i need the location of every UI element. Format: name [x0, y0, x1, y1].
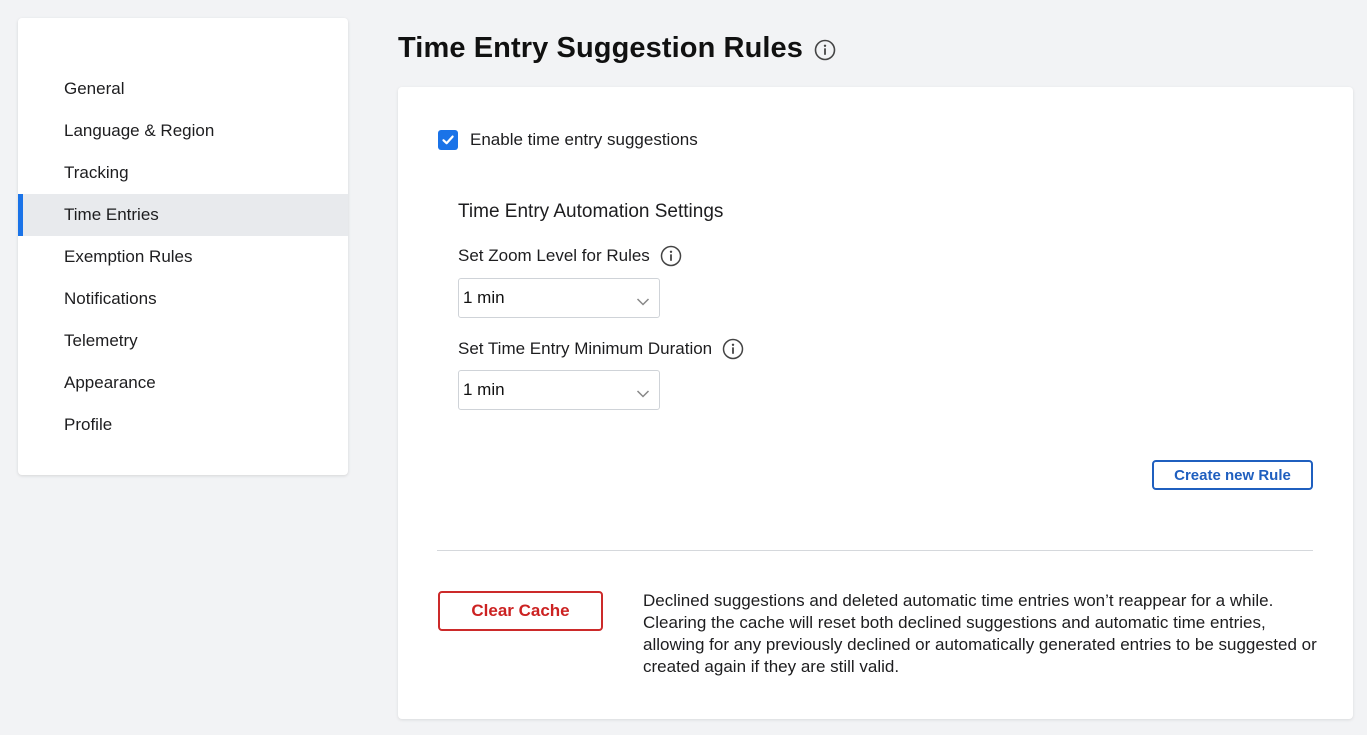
sidebar-item-appearance[interactable]: Appearance: [18, 362, 348, 404]
divider: [437, 550, 1313, 551]
sidebar-item-label: General: [64, 79, 125, 98]
info-icon[interactable]: [660, 245, 682, 267]
zoom-level-value: 1 min: [463, 288, 505, 307]
enable-suggestions-checkbox[interactable]: [438, 130, 458, 150]
sidebar-item-label: Appearance: [64, 373, 156, 392]
info-icon[interactable]: [722, 338, 744, 360]
page-title: Time Entry Suggestion Rules: [398, 31, 804, 64]
sidebar-item-profile[interactable]: Profile: [18, 404, 348, 446]
sidebar-item-label: Telemetry: [64, 331, 138, 350]
zoom-level-label: Set Zoom Level for Rules: [458, 246, 650, 265]
sidebar-item-notifications[interactable]: Notifications: [18, 278, 348, 320]
sidebar-item-label: Profile: [64, 415, 113, 434]
chevron-down-icon: [636, 384, 650, 404]
sidebar-item-label: Time Entries: [64, 205, 159, 224]
checkmark-icon: [442, 135, 454, 145]
min-duration-label: Set Time Entry Minimum Duration: [458, 339, 713, 358]
create-new-rule-button[interactable]: Create new Rule: [1152, 460, 1313, 490]
min-duration-select[interactable]: 1 min: [458, 370, 660, 410]
zoom-level-label-row: Set Zoom Level for Rules: [458, 245, 682, 267]
sidebar-item-label: Tracking: [64, 163, 129, 182]
enable-suggestions-toggle[interactable]: Enable time entry suggestions: [438, 130, 698, 150]
settings-sidebar: General Language & Region Tracking Time …: [18, 18, 348, 475]
automation-section-title: Time Entry Automation Settings: [458, 201, 724, 222]
sidebar-item-tracking[interactable]: Tracking: [18, 152, 348, 194]
sidebar-item-exemption-rules[interactable]: Exemption Rules: [18, 236, 348, 278]
enable-suggestions-label: Enable time entry suggestions: [470, 130, 698, 149]
clear-cache-description: Declined suggestions and deleted automat…: [643, 591, 1317, 676]
min-duration-value: 1 min: [463, 380, 505, 399]
sidebar-item-label: Language & Region: [64, 121, 215, 140]
clear-cache-button[interactable]: Clear Cache: [438, 591, 603, 631]
chevron-down-icon: [636, 292, 650, 312]
info-icon[interactable]: [814, 39, 836, 61]
sidebar-item-language-region[interactable]: Language & Region: [18, 110, 348, 152]
sidebar-item-telemetry[interactable]: Telemetry: [18, 320, 348, 362]
settings-card: Enable time entry suggestions Time Entry…: [398, 87, 1353, 719]
sidebar-item-label: Notifications: [64, 289, 157, 308]
page-header: Time Entry Suggestion Rules: [398, 28, 836, 68]
sidebar-item-time-entries[interactable]: Time Entries: [18, 194, 348, 236]
zoom-level-select[interactable]: 1 min: [458, 278, 660, 318]
sidebar-item-label: Exemption Rules: [64, 247, 193, 266]
min-duration-label-row: Set Time Entry Minimum Duration: [458, 338, 744, 360]
sidebar-item-general[interactable]: General: [18, 68, 348, 110]
